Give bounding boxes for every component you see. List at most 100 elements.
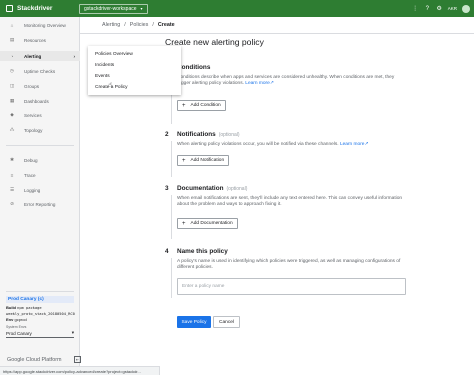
canary-title: Prod Canary (c)	[6, 296, 74, 303]
step-rail	[171, 141, 172, 177]
chevron-down-icon: ▾	[71, 330, 74, 335]
sidebar-item-uptime-checks[interactable]: ◷ Uptime Checks	[0, 66, 80, 76]
sidebar-item-logging[interactable]: ☰ Logging	[0, 185, 80, 195]
learn-more-link[interactable]: Learn more	[340, 142, 365, 147]
debug-icon: ✱	[10, 157, 14, 162]
sidebar-item-dashboards[interactable]: ▦ Dashboards	[0, 96, 80, 106]
trace-icon: ≡	[10, 172, 14, 178]
chevron-down-icon: ▾	[140, 6, 143, 11]
external-link-icon: ↗	[364, 142, 369, 147]
sidebar-item-label: Error Reporting	[24, 201, 56, 207]
breadcrumb-policies[interactable]: Policies	[130, 22, 149, 28]
alerting-flyout-menu: Policies Overview Incidents Events Creat…	[88, 46, 181, 95]
uptime-icon: ◷	[9, 68, 14, 73]
plus-icon: +	[182, 157, 186, 164]
help-icon[interactable]: ?	[424, 5, 431, 12]
sidebar-footer: Google Cloud Platform ⇤	[7, 356, 81, 363]
plus-icon: +	[182, 220, 186, 227]
policy-name-input[interactable]: Enter a policy name	[177, 278, 406, 295]
sidebar-item-alerting[interactable]: ◔ Alerting ›	[0, 51, 80, 61]
stackdriver-logo-icon	[6, 5, 13, 12]
sidebar-item-label: Uptime Checks	[24, 68, 56, 74]
sidebar-divider	[6, 145, 74, 146]
step-title-documentation: Documentation (optional)	[177, 185, 247, 192]
sidebar-item-label: Topology	[24, 127, 43, 133]
settings-icon[interactable]: ⚙	[436, 5, 443, 12]
sidebar-item-monitoring-overview[interactable]: ⌂ Monitoring Overview	[0, 20, 80, 30]
apps-icon[interactable]: ⋮	[412, 5, 419, 12]
sidebar-divider	[6, 291, 74, 292]
flyout-item-incidents[interactable]: Incidents	[88, 60, 181, 71]
add-notification-button[interactable]: + Add Notification	[177, 155, 230, 166]
canary-env-label: Env	[6, 317, 14, 322]
add-documentation-button[interactable]: + Add Documentation	[177, 218, 238, 229]
step-title-text: Documentation	[177, 185, 224, 192]
canary-build: Build npm package weekly_proto_stack_201…	[6, 305, 75, 317]
flyout-item-create-policy[interactable]: Create a Policy	[88, 82, 181, 93]
sidebar-item-label: Debug	[24, 157, 38, 163]
brand[interactable]: Stackdriver	[0, 5, 82, 12]
step-title-text: Notifications	[177, 131, 216, 138]
add-documentation-label: Add Documentation	[190, 221, 233, 226]
step-description: When alerting policy violations occur, y…	[177, 142, 409, 148]
sidebar-item-topology[interactable]: ⁂ Topology	[0, 125, 80, 135]
topology-icon: ⁂	[9, 127, 15, 132]
breadcrumb-current: Create	[157, 22, 175, 28]
hand-cursor-icon: ☝	[108, 82, 113, 89]
cancel-button[interactable]: Cancel	[213, 316, 240, 328]
canary-env-value: gcprod	[14, 317, 27, 322]
collapse-sidebar-icon[interactable]: ⇤	[74, 356, 81, 363]
step-number: 4	[165, 248, 169, 255]
sidebar-item-trace[interactable]: ≡ Trace	[0, 170, 80, 180]
step-number: 2	[165, 131, 169, 138]
sidebar-item-groups[interactable]: ◫ Groups	[0, 81, 80, 91]
save-policy-button[interactable]: Save Policy	[177, 316, 211, 328]
step-title-name-policy: Name this policy	[177, 248, 228, 255]
flyout-item-events[interactable]: Events	[88, 71, 181, 82]
step-description-text: When alerting policy violations occur, y…	[177, 142, 339, 147]
resources-icon: ▤	[9, 37, 15, 42]
breadcrumb: Alerting / Policies / Create	[80, 17, 474, 34]
sidebar-item-label: Services	[24, 112, 42, 118]
top-right-controls: ⋮ ? ⚙ AKR	[412, 0, 470, 17]
add-condition-label: Add Condition	[190, 103, 221, 108]
learn-more-link[interactable]: Learn more	[245, 81, 270, 86]
breadcrumb-alerting[interactable]: Alerting	[102, 22, 120, 28]
canary-build-label: Build	[6, 305, 16, 310]
canary-env: Env gcprod	[6, 317, 74, 322]
flyout-item-policies-overview[interactable]: Policies Overview	[88, 49, 181, 60]
step-title-notifications: Notifications (optional)	[177, 131, 240, 138]
avatar[interactable]	[462, 4, 470, 13]
step-description: Conditions describe when apps and servic…	[177, 75, 409, 88]
bell-icon: ◔	[10, 53, 14, 59]
workspace-name: gstackdriver-workspace	[84, 5, 137, 12]
sidebar-item-label: Trace	[24, 172, 36, 178]
workspace-selector[interactable]: gstackdriver-workspace ▾	[79, 3, 148, 14]
sidebar-item-label: Alerting	[24, 53, 42, 59]
sidebar-item-label: Groups	[24, 83, 40, 89]
account-initials[interactable]: AKR	[448, 6, 457, 11]
canary-build-value: npm package weekly_proto_stack_20180504_…	[6, 306, 75, 316]
sidebar-item-services[interactable]: ◆ Services	[0, 110, 80, 120]
breadcrumb-separator: /	[124, 22, 126, 28]
add-condition-button[interactable]: + Add Condition	[177, 100, 226, 111]
brand-name: Stackdriver	[17, 5, 53, 12]
sidebar-item-label: Logging	[24, 187, 41, 193]
sidebar-item-resources[interactable]: ▤ Resources	[0, 35, 80, 45]
external-link-icon: ↗	[269, 81, 274, 87]
services-icon: ◆	[10, 112, 14, 117]
error-icon: ⊘	[10, 201, 14, 206]
chevron-right-icon: ›	[73, 53, 75, 59]
sidebar-item-label: Dashboards	[24, 98, 49, 104]
step-title-conditions: Conditions	[177, 64, 211, 71]
step-description-text: Conditions describe when apps and servic…	[177, 75, 395, 87]
env-select-value: Prod Canary	[6, 330, 32, 336]
sidebar-item-error-reporting[interactable]: ⊘ Error Reporting	[0, 199, 80, 209]
step-number: 3	[165, 185, 169, 192]
sidebar-item-debug[interactable]: ✱ Debug	[0, 155, 80, 165]
breadcrumb-separator: /	[152, 22, 154, 28]
add-notification-label: Add Notification	[190, 158, 225, 163]
step-description: A policy's name is used in identifying w…	[177, 259, 401, 271]
env-select[interactable]: Prod Canary ▾	[6, 329, 74, 338]
home-icon: ⌂	[10, 22, 14, 28]
